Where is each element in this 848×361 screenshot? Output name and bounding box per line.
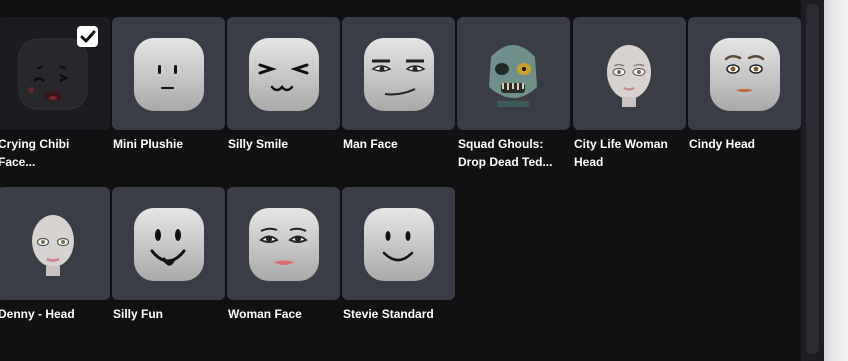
item-thumbnail[interactable] [342,17,455,130]
denny-head-icon [32,215,74,276]
city-life-woman-head-icon [607,45,651,107]
item-name: Woman Face [228,307,302,321]
item-thumbnail[interactable] [112,17,225,130]
silly-smile-face-icon [249,38,319,111]
checkmark-icon [80,30,96,43]
mini-plushie-face-icon [134,38,204,111]
avatar-editor-viewport: Crying Chibi Face... Mini Plushie Silly … [0,0,848,361]
item-thumbnail[interactable] [573,17,686,130]
item-thumbnail[interactable] [227,17,340,130]
item-thumbnail[interactable] [0,187,110,300]
item-thumbnail[interactable] [342,187,455,300]
item-thumbnail[interactable] [457,17,570,130]
selected-checkbox[interactable] [77,26,98,47]
item-name: Stevie Standard [343,307,434,321]
item-thumbnail[interactable] [0,17,110,130]
item-name: Squad Ghouls: Drop Dead Ted... [458,137,553,169]
item-name: Mini Plushie [113,137,184,151]
item-name: Crying Chibi Face... [0,137,70,169]
item-name: Man Face [343,137,398,151]
scrollbar-thumb[interactable] [806,4,819,354]
item-grid-panel: Crying Chibi Face... Mini Plushie Silly … [0,0,824,361]
item-thumbnail[interactable] [112,187,225,300]
woman-face-icon [249,208,319,281]
silly-fun-face-icon [134,208,204,281]
item-thumbnail[interactable] [227,187,340,300]
item-name: Silly Smile [228,137,289,151]
background-marble-edge [824,0,848,361]
man-face-icon [364,38,434,111]
stevie-standard-face-icon [364,208,434,281]
item-name: City Life Woman Head [574,137,668,169]
item-thumbnail[interactable] [688,17,801,130]
item-name: Silly Fun [113,307,164,321]
item-name: Denny - Head [0,307,75,321]
cindy-head-icon [710,38,780,111]
zombie-head-icon [489,45,537,107]
item-name: Cindy Head [689,137,756,151]
